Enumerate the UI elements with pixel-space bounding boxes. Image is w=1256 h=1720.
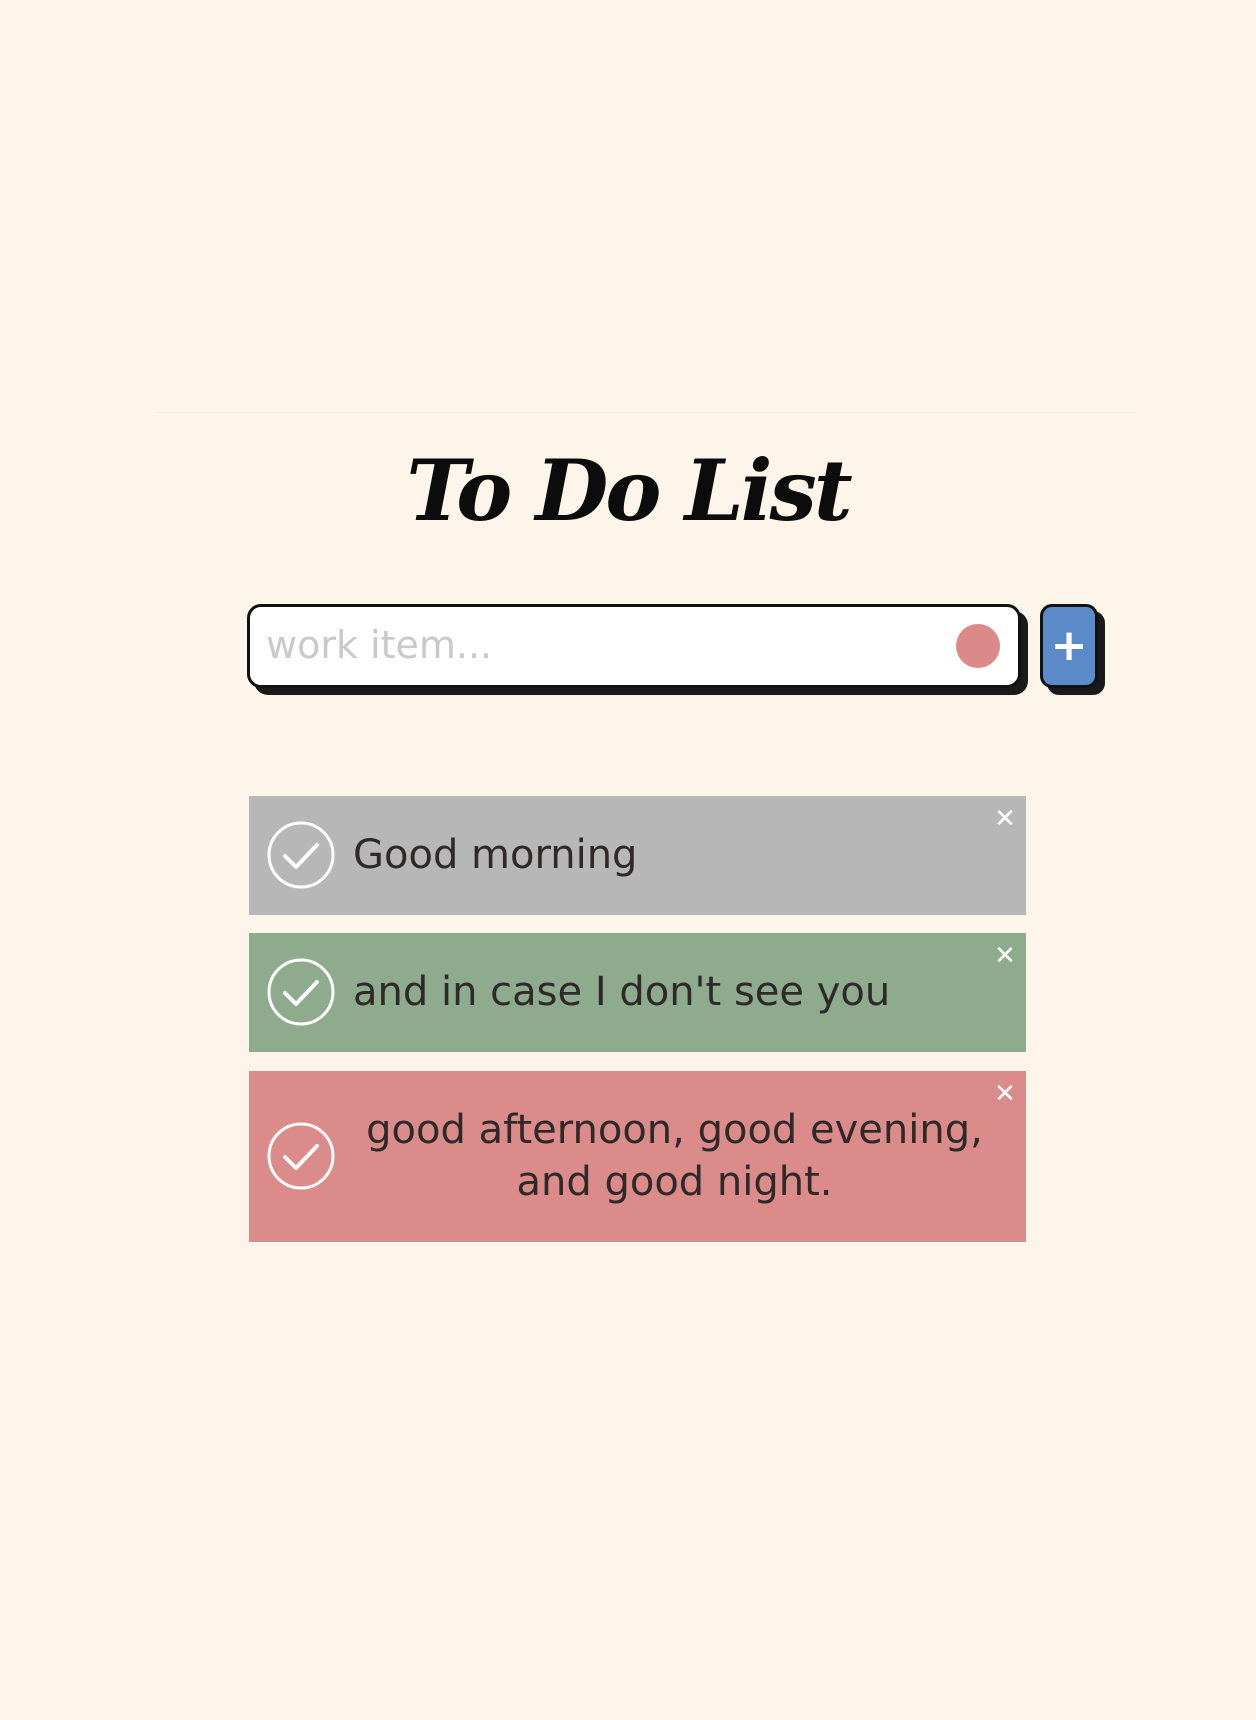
page-title: To Do List [406,441,852,540]
todo-item-text: Good morning [353,832,638,878]
todo-item-2: and in case I don't see you ✕ [249,933,1026,1052]
todo-item-text: good afternoon, good evening, and good n… [366,1107,983,1205]
color-picker-dot[interactable] [956,624,1000,668]
close-icon[interactable]: ✕ [990,1079,1020,1109]
header-divider [155,412,1135,413]
todo-item-3: good afternoon, good evening, and good n… [249,1071,1026,1242]
add-item-button[interactable]: + [1040,604,1098,688]
todo-input-container [247,604,1021,688]
close-icon[interactable]: ✕ [990,941,1020,971]
todo-item-1: Good morning ✕ [249,796,1026,915]
close-icon[interactable]: ✕ [990,804,1020,834]
check-circle-icon[interactable] [267,821,335,889]
todo-input[interactable] [266,615,926,675]
todo-item-text: and in case I don't see you [353,969,891,1015]
check-circle-icon[interactable] [267,958,335,1026]
check-circle-icon[interactable] [267,1122,335,1190]
